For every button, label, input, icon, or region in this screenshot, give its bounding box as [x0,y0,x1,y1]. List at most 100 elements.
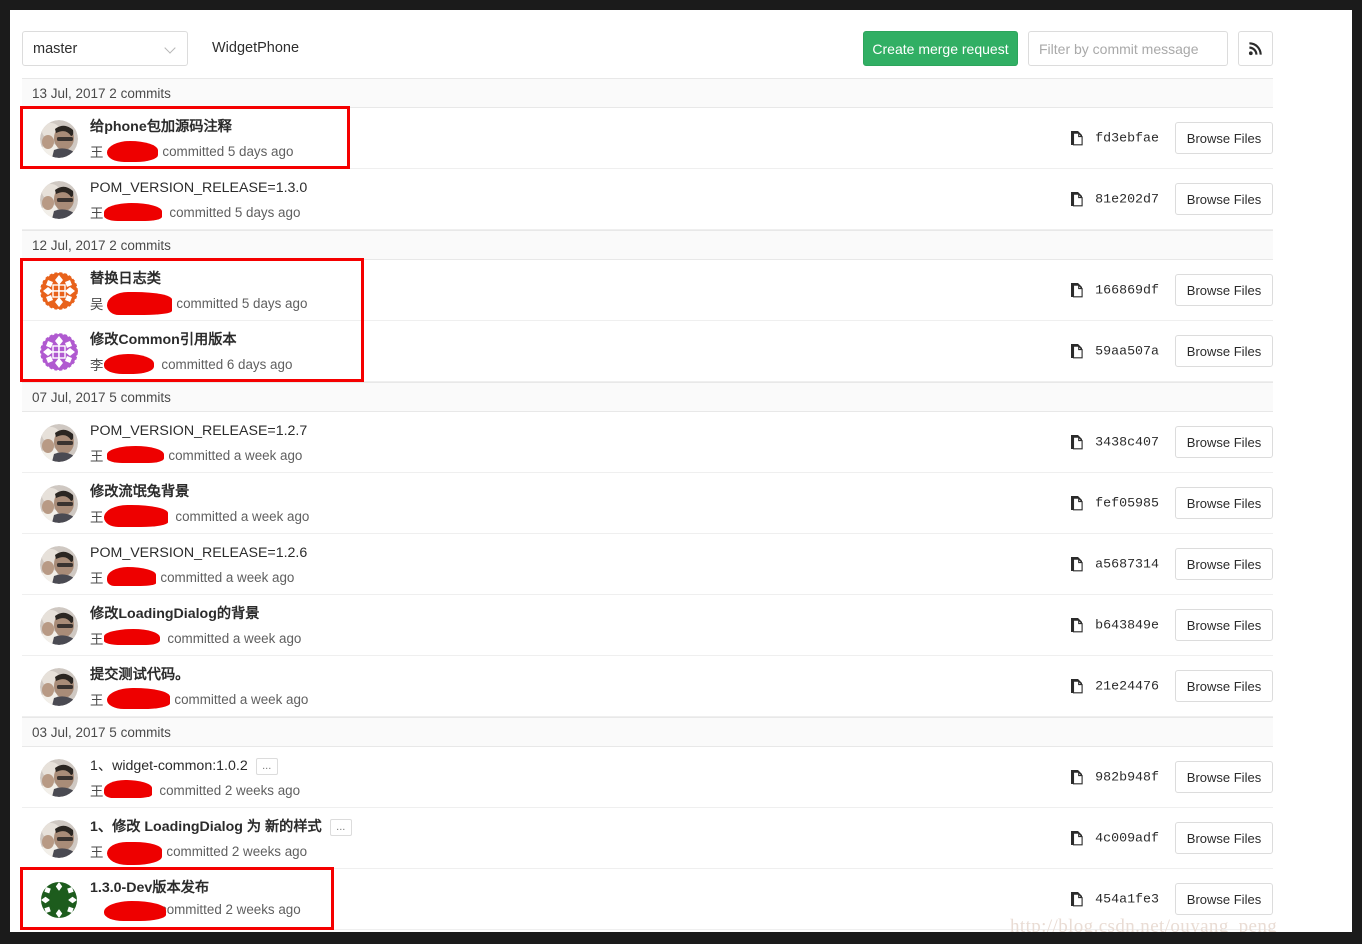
commit-title: 替换日志类 [90,270,993,288]
commit-hash[interactable]: 3438c407 [1095,435,1159,450]
commit-row[interactable]: 1、修改 LoadingDialog 为 新的样式... 王 committed 2… [22,808,1273,869]
commit-author-avatar[interactable] [40,485,78,523]
commit-row[interactable]: POM_VERSION_RELEASE=1.3.0 王 committed 5 da… [22,169,1273,230]
commit-hash[interactable]: 982b948f [1095,770,1159,785]
commit-title: 1、widget-common:1.0.2... [90,757,993,775]
commit-hash[interactable]: 59aa507a [1095,344,1159,359]
commit-row[interactable]: POM_VERSION_RELEASE=1.2.6 王 committed a we… [22,534,1273,595]
commit-row[interactable]: POM_VERSION_RELEASE=1.2.7 王 committed a we… [22,412,1273,473]
commit-row[interactable]: 1、widget-common:1.0.2... 王 committed 2 wee… [22,747,1273,808]
commit-author-name[interactable]: 王 [90,780,103,800]
browse-files-button[interactable]: Browse Files [1175,335,1273,367]
file-icon [1071,892,1083,907]
browse-files-button[interactable]: Browse Files [1175,822,1273,854]
browse-files-button[interactable]: Browse Files [1175,426,1273,458]
commit-author-name[interactable]: 王 [90,506,103,526]
commit-author-avatar[interactable] [40,820,78,858]
rss-feed-button[interactable] [1238,31,1273,66]
redaction-mark [104,354,154,374]
commit-title-text[interactable]: 1、widget-common:1.0.2 [90,757,248,775]
commit-main: 给phone包加源码注释王 committed 5 days ago [90,118,993,162]
commit-row[interactable]: 替换日志类吴 committed 5 days ago 166869df Browse… [22,260,1273,321]
browse-file-icon [1070,769,1085,785]
commit-title-text[interactable]: 修改LoadingDialog的背景 [90,605,259,623]
browse-files-button[interactable]: Browse Files [1175,670,1273,702]
commit-meta: 李 committed 6 days ago [90,354,993,374]
browse-files-button[interactable]: Browse Files [1175,183,1273,215]
browse-files-button[interactable]: Browse Files [1175,609,1273,641]
commit-author-name[interactable]: 王 [90,841,103,861]
browse-files-button[interactable]: Browse Files [1175,761,1273,793]
commit-title-text[interactable]: POM_VERSION_RELEASE=1.2.6 [90,544,307,562]
commit-main: 替换日志类吴 committed 5 days ago [90,270,993,315]
commit-hash[interactable]: 4c009adf [1095,831,1159,846]
commit-main: 修改流氓兔背景王 committed a week ago [90,483,993,527]
commit-author-name[interactable]: 吴 [90,293,103,313]
branch-selector[interactable]: master [22,31,188,66]
commit-author-avatar[interactable] [40,881,78,919]
browse-files-button[interactable]: Browse Files [1175,122,1273,154]
commit-title-text[interactable]: 1、修改 LoadingDialog 为 新的样式 [90,818,322,836]
commit-title-text[interactable]: 替换日志类 [90,270,161,288]
create-merge-request-button[interactable]: Create merge request [863,31,1018,66]
commit-title-text[interactable]: 提交测试代码。 [90,666,189,684]
commit-author-avatar[interactable] [40,759,78,797]
commit-hash[interactable]: b643849e [1095,618,1159,633]
commit-hash[interactable]: fd3ebfae [1095,131,1159,146]
commit-title-text[interactable]: 1.3.0-Dev版本发布 [90,879,209,897]
filter-commits-input[interactable] [1028,31,1228,66]
commit-author-name[interactable]: 王 [90,628,103,648]
commit-title-text[interactable]: POM_VERSION_RELEASE=1.3.0 [90,179,307,197]
commit-hash[interactable]: fef05985 [1095,496,1159,511]
browse-files-button[interactable]: Browse Files [1175,487,1273,519]
commit-time-label: committed 2 weeks ago [166,843,308,859]
commit-meta: 王 committed 2 weeks ago [90,780,993,800]
expand-commit-message-button[interactable]: ... [255,757,278,775]
commit-title-text[interactable]: 给phone包加源码注释 [90,118,232,136]
commit-hash[interactable]: 81e202d7 [1095,192,1159,207]
commit-author-avatar[interactable] [40,424,78,462]
commit-hash[interactable]: 166869df [1095,283,1159,298]
redaction-mark [107,141,158,162]
browse-files-button[interactable]: Browse Files [1175,548,1273,580]
commit-author-avatar[interactable] [40,668,78,706]
commit-row[interactable]: 提交测试代码。王 committed a week ago 21e24476 Brow… [22,656,1273,717]
commit-row[interactable]: 修改Common引用版本李 committed 6 days ago 59aa507… [22,321,1273,382]
commit-author-name[interactable]: 王 [90,689,103,709]
commit-author-name[interactable]: 王 [90,202,103,222]
commit-author-avatar[interactable] [40,607,78,645]
commit-author-avatar[interactable] [40,333,78,371]
commit-row[interactable]: 修改流氓兔背景王 committed a week ago fef05985 Brow… [22,473,1273,534]
commit-title-text[interactable]: 修改Common引用版本 [90,331,237,349]
file-icon [1071,831,1083,846]
commit-author-name[interactable]: 王 [90,567,103,587]
commit-author-avatar[interactable] [40,120,78,158]
commit-title: 1、修改 LoadingDialog 为 新的样式... [90,818,993,836]
avatar-identicon [40,881,78,919]
commit-author-avatar[interactable] [40,546,78,584]
commit-author-name[interactable]: 王 [90,141,103,161]
commit-author-avatar[interactable] [40,272,78,310]
avatar-photo [40,485,78,523]
avatar-photo [40,759,78,797]
commit-author-avatar[interactable] [40,181,78,219]
commit-hash[interactable]: 454a1fe3 [1095,892,1159,907]
commit-time-label: committed 6 days ago [161,356,293,372]
commit-meta: 王 committed a week ago [90,567,993,587]
expand-commit-message-button[interactable]: ... [329,818,352,836]
rss-icon [1248,42,1262,56]
commit-title-text[interactable]: POM_VERSION_RELEASE=1.2.7 [90,422,307,440]
commit-hash[interactable]: a5687314 [1095,557,1159,572]
redaction-mark [107,688,170,709]
commit-row[interactable]: 给phone包加源码注释王 committed 5 days ago fd3ebfa… [22,108,1273,169]
commit-title-text[interactable]: 修改流氓兔背景 [90,483,189,501]
commit-date-header: 07 Jul, 2017 5 commits [22,382,1273,412]
commit-hash[interactable]: 21e24476 [1095,679,1159,694]
commit-author-name[interactable]: 李 [90,354,103,374]
browse-files-button[interactable]: Browse Files [1175,883,1273,915]
commit-row[interactable]: 修改LoadingDialog的背景王 committed a week ago b… [22,595,1273,656]
browse-files-button[interactable]: Browse Files [1175,274,1273,306]
commit-title: 修改LoadingDialog的背景 [90,605,993,623]
redaction-mark [104,901,166,921]
commit-author-name[interactable]: 王 [90,445,103,465]
